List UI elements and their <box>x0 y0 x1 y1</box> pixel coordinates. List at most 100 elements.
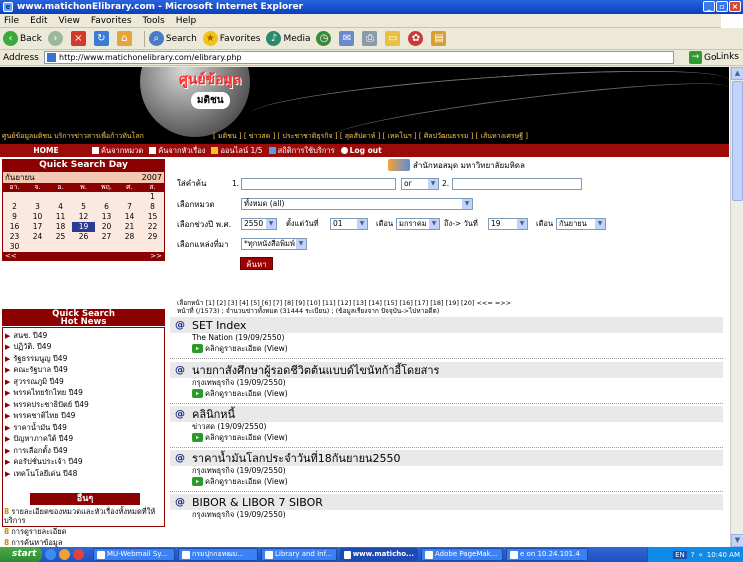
window-title-bar[interactable]: e www.matichonElibrary.com - Microsoft I… <box>0 0 743 14</box>
hot-news-item[interactable]: ▶ ปฏิวัติ. ปี49 <box>3 342 164 354</box>
result-header[interactable]: @ ราคาน้ำมันโลกประจำวันที่18กันยายน2550 <box>170 450 723 466</box>
calendar-day[interactable]: 26 <box>72 232 95 242</box>
view-detail-link[interactable]: ▸ คลิกดูรายละเอียด (View) <box>192 475 723 488</box>
mail-button[interactable]: ✉ <box>339 31 356 46</box>
calendar-next[interactable]: >> <box>150 252 162 261</box>
firefox-quicklaunch-icon[interactable] <box>59 549 70 560</box>
url-input[interactable]: http://www.matichonelibrary.com/elibrary… <box>44 51 674 64</box>
hot-news-item[interactable]: ▶ คณะรัฐบาล ปี49 <box>3 365 164 377</box>
nav-online[interactable]: ออนไลน์ 1/5 <box>211 145 263 157</box>
calendar-day[interactable]: 4 <box>49 202 72 212</box>
calendar-day[interactable]: 1 <box>141 192 164 202</box>
hot-news-item[interactable]: ▶ สุวรรณภูมิ ปี49 <box>3 376 164 388</box>
menu-help[interactable]: Help <box>176 16 197 26</box>
help-icon[interactable]: ? <box>691 551 695 559</box>
favorites-button[interactable]: ★ Favorites <box>202 31 260 46</box>
maximize-button[interactable]: ▫ <box>716 1 728 12</box>
home-button[interactable]: ⌂ <box>116 31 134 46</box>
nav-browse-subject[interactable]: ค้นจากหัวเรื่อง <box>149 145 205 157</box>
messenger-button[interactable]: ✿ <box>408 31 425 46</box>
calendar-day[interactable]: 16 <box>3 222 26 232</box>
calendar-day[interactable]: 29 <box>141 232 164 242</box>
result-header[interactable]: @ คลินิกหนี้ <box>170 406 723 422</box>
calendar-day[interactable]: 25 <box>49 232 72 242</box>
calendar-day[interactable]: 3 <box>26 202 49 212</box>
calendar-day[interactable]: 5 <box>72 202 95 212</box>
history-button[interactable]: ◷ <box>316 31 333 46</box>
hot-news-item[interactable]: ▶ การเลือกตั้ง ปี49 <box>3 445 164 457</box>
end-month-select[interactable]: กันยายน ▼ <box>556 218 606 230</box>
taskbar-task[interactable]: Adobe PageMak... <box>421 548 503 561</box>
vertical-scrollbar[interactable]: ▲ ▼ <box>730 67 743 547</box>
hot-news-item[interactable]: ▶ สนช. ปี49 <box>3 330 164 342</box>
start-button[interactable]: start <box>0 547 42 562</box>
links-button[interactable]: Links <box>716 52 739 62</box>
hot-news-item[interactable]: ▶ รัฐธรรมนูญ ปี49 <box>3 353 164 365</box>
other-item[interactable]: 8 รายละเอียดของหมวดและหัวเรื่องทั้งหมดที่… <box>2 507 165 525</box>
other-item[interactable]: 8 การดูรายละเอียด <box>2 527 165 536</box>
forward-button[interactable]: › <box>47 31 65 46</box>
menu-tools[interactable]: Tools <box>143 16 165 26</box>
calendar-day[interactable]: 8 <box>141 202 164 212</box>
category-select[interactable]: ทั้งหมด (all) ▼ <box>241 198 473 210</box>
minimize-button[interactable]: _ <box>703 1 715 12</box>
search-button[interactable]: ⌕ Search <box>148 31 197 46</box>
category-links[interactable]: [ มติชน ] [ ข่าวสด ] [ ประชาชาติธุรกิจ ]… <box>213 131 528 142</box>
page-links[interactable]: เลือกหน้า [1] [2] [3] [4] [5] [6] [7] [8… <box>177 299 617 307</box>
ie-quicklaunch-icon[interactable] <box>45 549 56 560</box>
taskbar-task[interactable]: กรมปุกกอทฒม... <box>178 548 258 561</box>
calendar-day[interactable]: 30 <box>3 242 26 252</box>
calendar-day[interactable]: 14 <box>118 212 141 222</box>
media-button[interactable]: ♪ Media <box>266 31 310 46</box>
year-select[interactable]: 2550 ▼ <box>241 218 277 230</box>
calendar-day[interactable]: 21 <box>118 222 141 232</box>
calendar-day[interactable]: 18 <box>49 222 72 232</box>
hot-news-item[interactable]: ▶ เทคโนโลยีเด่น ปี48 <box>3 468 164 480</box>
scroll-up-icon[interactable]: ▲ <box>731 67 743 80</box>
hot-news-item[interactable]: ▶ พรรคไทยรักไทย ปี49 <box>3 388 164 400</box>
research-button[interactable]: ▤ <box>431 31 448 46</box>
start-month-select[interactable]: มกราคม ▼ <box>396 218 440 230</box>
hot-news-item[interactable]: ▶ พรรคประชาธิปัตย์ ปี49 <box>3 399 164 411</box>
language-indicator[interactable]: EN <box>673 550 687 559</box>
keyword1-input[interactable] <box>241 178 396 190</box>
taskbar-task[interactable]: www.maticho... <box>340 548 418 561</box>
source-select[interactable]: *ทุกหนังสือพิมพ์ ▼ <box>241 238 307 250</box>
scroll-down-icon[interactable]: ▼ <box>731 534 743 547</box>
calendar-day[interactable]: 7 <box>118 202 141 212</box>
back-button[interactable]: ‹ Back <box>3 31 42 46</box>
result-header[interactable]: @ BIBOR & LIBOR 7 SIBOR <box>170 494 723 510</box>
taskbar-task[interactable]: Library and Inf... <box>261 548 337 561</box>
view-detail-link[interactable]: ▸ คลิกดูรายละเอียด (View) <box>192 342 723 355</box>
calendar-day[interactable]: 22 <box>141 222 164 232</box>
nav-logout[interactable]: Log out <box>340 146 382 155</box>
nav-statistics[interactable]: สถิติการใช้บริการ <box>268 145 335 157</box>
calendar-day[interactable]: 2 <box>3 202 26 212</box>
hot-news-item[interactable]: ▶ ราคาน้ำมัน ปี49 <box>3 422 164 434</box>
result-header[interactable]: @ SET Index <box>170 317 723 333</box>
close-button[interactable]: × <box>729 1 741 12</box>
calendar-day[interactable]: 13 <box>95 212 118 222</box>
folder-button[interactable]: ▭ <box>385 31 402 46</box>
refresh-button[interactable]: ↻ <box>93 31 111 46</box>
calendar-day[interactable]: 20 <box>95 222 118 232</box>
view-detail-link[interactable]: ▸ คลิกดูรายละเอียด (View) <box>192 431 723 444</box>
other-item[interactable]: 8 การค้นหาข้อมูล <box>2 538 165 547</box>
menu-favorites[interactable]: Favorites <box>91 16 132 26</box>
print-button[interactable]: ⎙ <box>362 31 379 46</box>
calendar-day[interactable]: 28 <box>118 232 141 242</box>
view-detail-link[interactable]: ▸ คลิกดูรายละเอียด (View) <box>192 387 723 400</box>
nav-home[interactable]: HOME <box>0 146 92 155</box>
app-quicklaunch-icon[interactable] <box>73 549 84 560</box>
stop-button[interactable]: × <box>70 31 88 46</box>
calendar-day[interactable]: 11 <box>49 212 72 222</box>
taskbar-task[interactable]: MU-Webmail Sy... <box>93 548 175 561</box>
search-submit-button[interactable]: ค้นหา <box>240 257 273 270</box>
calendar-day[interactable]: 27 <box>95 232 118 242</box>
hot-news-item[interactable]: ▶ พรรคชาติไทย ปี49 <box>3 411 164 423</box>
pagination[interactable]: เลือกหน้า [1] [2] [3] [4] [5] [6] [7] [8… <box>177 299 617 315</box>
menu-file[interactable]: File <box>4 16 19 26</box>
end-day-select[interactable]: 19 ▼ <box>488 218 528 230</box>
calendar-prev[interactable]: << <box>5 252 17 261</box>
calendar-day[interactable]: 19 <box>72 222 95 232</box>
